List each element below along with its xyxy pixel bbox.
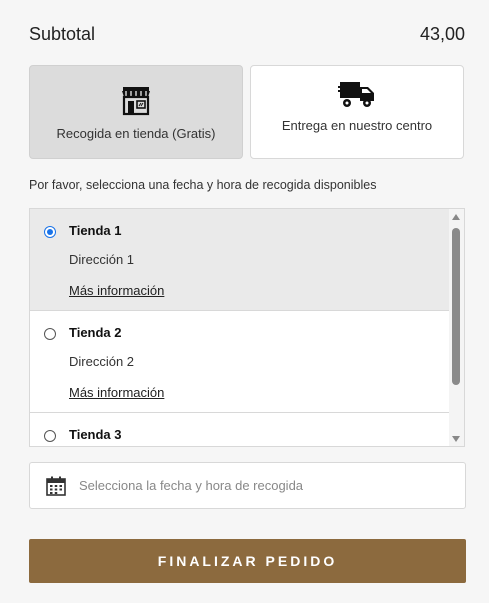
store-icon [120, 84, 152, 116]
store-address: Dirección 2 [69, 354, 135, 369]
method-store-pickup[interactable]: Recogida en tienda (Gratis) [29, 65, 243, 159]
store-more-info-link[interactable]: Más información [69, 385, 164, 400]
pickup-date-field[interactable] [29, 462, 466, 509]
pickup-hint: Por favor, selecciona una fecha y hora d… [29, 178, 377, 192]
calendar-icon[interactable] [46, 476, 66, 496]
store-radio[interactable] [44, 226, 56, 238]
scrollbar-thumb[interactable] [452, 228, 460, 385]
store-option-2[interactable]: Tienda 2 Dirección 2 Más información [30, 311, 450, 413]
store-list-scrollbar[interactable] [449, 209, 464, 446]
pickup-date-input[interactable] [77, 477, 441, 494]
subtotal-label: Subtotal [29, 24, 96, 44]
store-name: Tienda 2 [69, 325, 122, 340]
scroll-up-icon[interactable] [452, 214, 460, 220]
subtotal-value: 43,00 [419, 24, 465, 44]
subtotal-row: Subtotal 43,00 [29, 24, 465, 45]
store-option-1[interactable]: Tienda 1 Dirección 1 Más información [30, 209, 450, 311]
finalize-order-button[interactable]: FINALIZAR PEDIDO [29, 539, 466, 583]
store-name: Tienda 1 [69, 223, 122, 238]
store-option-3[interactable]: Tienda 3 [30, 413, 450, 446]
store-more-info-link[interactable]: Más información [69, 283, 164, 298]
scroll-down-icon[interactable] [452, 436, 460, 442]
store-list[interactable]: Tienda 1 Dirección 1 Más información Tie… [29, 208, 465, 447]
method-center-delivery[interactable]: Entrega en nuestro centro [250, 65, 464, 159]
store-radio[interactable] [44, 430, 56, 442]
store-name: Tienda 3 [69, 427, 122, 442]
method-label: Entrega en nuestro centro [281, 118, 433, 133]
method-label: Recogida en tienda (Gratis) [56, 126, 216, 141]
truck-icon [338, 78, 376, 110]
store-address: Dirección 1 [69, 252, 135, 267]
store-radio[interactable] [44, 328, 56, 340]
